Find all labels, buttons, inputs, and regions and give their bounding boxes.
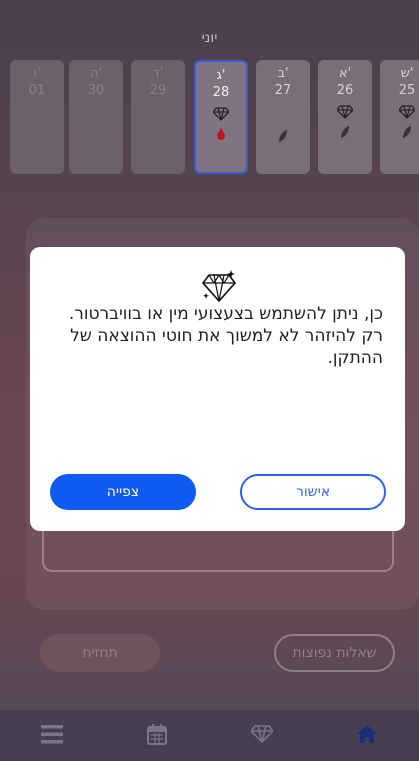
tab-bar xyxy=(0,710,419,761)
month-label: יוני xyxy=(201,30,218,46)
diamond-icon xyxy=(201,269,237,307)
day-cell-selected[interactable]: ג' 28 xyxy=(194,60,248,174)
leaf-icon xyxy=(380,124,419,138)
day-date: 28 xyxy=(212,85,230,100)
day-name: א' xyxy=(338,66,352,81)
day-date: 29 xyxy=(149,83,167,98)
diamond-icon xyxy=(196,106,246,122)
day-name: ה' xyxy=(89,66,103,81)
calendar-icon xyxy=(147,723,168,749)
day-cell[interactable]: ה' 30 xyxy=(69,60,123,174)
dialog-message: כן, ניתן להשתמש בצעצועי מין או בוויברטור… xyxy=(68,304,383,368)
day-cell[interactable]: ד' 29 xyxy=(131,60,185,174)
day-strip[interactable]: ו' 01 ה' 30 ד' 29 ג' 28 ב' 27 א' 26 ש' 2… xyxy=(0,58,419,176)
diamond-icon xyxy=(249,724,274,747)
day-cell[interactable]: ש' 25 xyxy=(380,60,419,174)
day-cell[interactable]: ב' 27 xyxy=(256,60,310,174)
day-name: ו' xyxy=(33,66,41,81)
leaf-icon xyxy=(256,128,310,142)
day-date: 26 xyxy=(336,83,354,98)
leaf-icon xyxy=(318,124,372,138)
menu-icon xyxy=(41,724,64,748)
day-name: ב' xyxy=(277,66,289,81)
confirm-button[interactable]: אישור xyxy=(240,474,386,510)
home-icon xyxy=(356,724,378,748)
day-date: 01 xyxy=(28,83,46,98)
tab-diamond[interactable] xyxy=(210,710,315,761)
tab-calendar[interactable] xyxy=(105,710,210,761)
diamond-icon xyxy=(380,104,419,120)
blood-drop-icon xyxy=(196,126,246,140)
day-name: ש' xyxy=(400,66,414,81)
faq-button[interactable]: שאלות נפוצות xyxy=(274,634,395,672)
day-date: 30 xyxy=(87,83,105,98)
tab-menu[interactable] xyxy=(0,710,105,761)
day-date: 27 xyxy=(274,83,292,98)
view-button[interactable]: צפייה xyxy=(50,474,196,510)
info-dialog: כן, ניתן להשתמש בצעצועי מין או בוויברטור… xyxy=(30,247,405,531)
day-cell[interactable]: א' 26 xyxy=(318,60,372,174)
day-date: 25 xyxy=(398,83,416,98)
diamond-icon xyxy=(318,104,372,120)
forecast-button[interactable]: תחזית xyxy=(40,634,160,672)
tab-home[interactable] xyxy=(314,710,419,761)
day-name: ד' xyxy=(152,66,164,81)
day-name: ג' xyxy=(216,68,226,83)
day-cell[interactable]: ו' 01 xyxy=(10,60,64,174)
